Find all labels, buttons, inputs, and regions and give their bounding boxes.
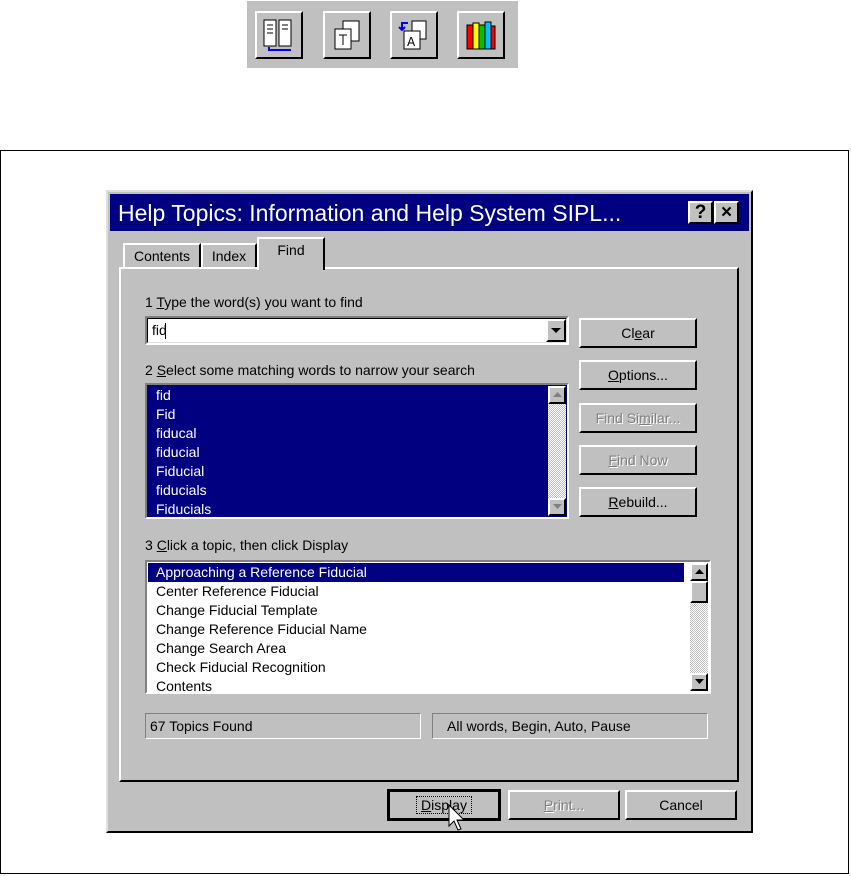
tab-index[interactable]: Index — [201, 243, 257, 268]
step1-label: 1 Type the word(s) you want to find — [145, 294, 363, 310]
dialog-title: Help Topics: Information and Help System… — [118, 200, 622, 226]
word-item[interactable]: Fiducial — [148, 462, 546, 481]
word-item[interactable]: Fiducials — [148, 500, 546, 516]
find-similar-button[interactable]: Find Similar... — [579, 403, 697, 433]
books-icon[interactable] — [457, 11, 505, 59]
topics-list[interactable]: Approaching a Reference Fiducial Center R… — [148, 563, 684, 691]
words-scrollbar[interactable] — [548, 386, 566, 516]
scroll-up-button[interactable] — [690, 563, 708, 581]
find-now-button[interactable]: Find Now — [579, 445, 697, 475]
topic-window-icon[interactable] — [323, 11, 371, 59]
step2-label: 2 Select some matching words to narrow y… — [145, 362, 475, 378]
toolbar: A — [247, 1, 518, 68]
topics-scrollbar[interactable] — [690, 563, 708, 691]
topic-item[interactable]: Center Reference Fiducial — [148, 582, 684, 601]
word-item[interactable]: fid — [148, 386, 546, 405]
cancel-button[interactable]: Cancel — [625, 790, 737, 820]
word-item[interactable]: fiducial — [148, 443, 546, 462]
svg-text:A: A — [407, 35, 416, 49]
arrow-down-icon — [553, 504, 562, 509]
mouse-pointer-icon — [448, 804, 466, 831]
arrow-up-icon — [695, 569, 704, 574]
search-options-status: All words, Begin, Auto, Pause — [432, 713, 708, 739]
clear-button[interactable]: Clear — [579, 318, 697, 348]
topics-found-status: 67 Topics Found — [145, 713, 421, 739]
word-item[interactable]: Fid — [148, 405, 546, 424]
topics-listbox[interactable]: Approaching a Reference Fiducial Center R… — [145, 560, 711, 694]
scroll-down-button[interactable] — [548, 498, 566, 516]
contents-layout-icon[interactable] — [255, 11, 303, 59]
topic-item[interactable]: Check Fiducial Recognition — [148, 658, 684, 677]
help-topics-dialog: Help Topics: Information and Help System… — [106, 190, 753, 833]
step3-label: 3 Click a topic, then click Display — [145, 537, 349, 553]
topic-item[interactable]: Change Reference Fiducial Name — [148, 620, 684, 639]
font-substitute-icon[interactable]: A — [390, 11, 438, 59]
rebuild-button[interactable]: Rebuild... — [579, 487, 697, 517]
title-bar[interactable]: Help Topics: Information and Help System… — [110, 194, 749, 231]
search-combo[interactable]: fid — [145, 316, 569, 345]
options-button[interactable]: Options... — [579, 360, 697, 390]
text-cursor — [165, 323, 166, 339]
words-list[interactable]: fid Fid fiducal fiducial Fiducial fiducials Fi… — [148, 386, 546, 516]
tab-find[interactable]: Find — [257, 237, 325, 270]
arrow-up-icon — [553, 392, 562, 397]
word-item[interactable]: fiducials — [148, 481, 546, 500]
topic-item[interactable]: Change Fiducial Template — [148, 601, 684, 620]
word-item[interactable]: fiducal — [148, 424, 546, 443]
topic-item[interactable]: Contents — [148, 677, 684, 691]
arrow-down-icon — [695, 679, 704, 684]
words-listbox[interactable]: fid Fid fiducal fiducial Fiducial fiducials Fi… — [145, 383, 569, 519]
display-button[interactable]: Display — [387, 789, 501, 821]
topic-item[interactable]: Change Search Area — [148, 639, 684, 658]
close-button[interactable]: × — [714, 201, 739, 224]
tab-contents[interactable]: Contents — [123, 243, 201, 268]
scroll-thumb[interactable] — [690, 581, 708, 603]
scroll-up-button[interactable] — [548, 386, 566, 404]
chevron-down-icon — [551, 328, 561, 333]
topic-item[interactable]: Approaching a Reference Fiducial — [148, 563, 684, 582]
dropdown-button[interactable] — [546, 319, 566, 342]
print-button[interactable]: Print... — [508, 790, 620, 820]
scroll-down-button[interactable] — [690, 673, 708, 691]
help-button[interactable]: ? — [688, 201, 713, 224]
